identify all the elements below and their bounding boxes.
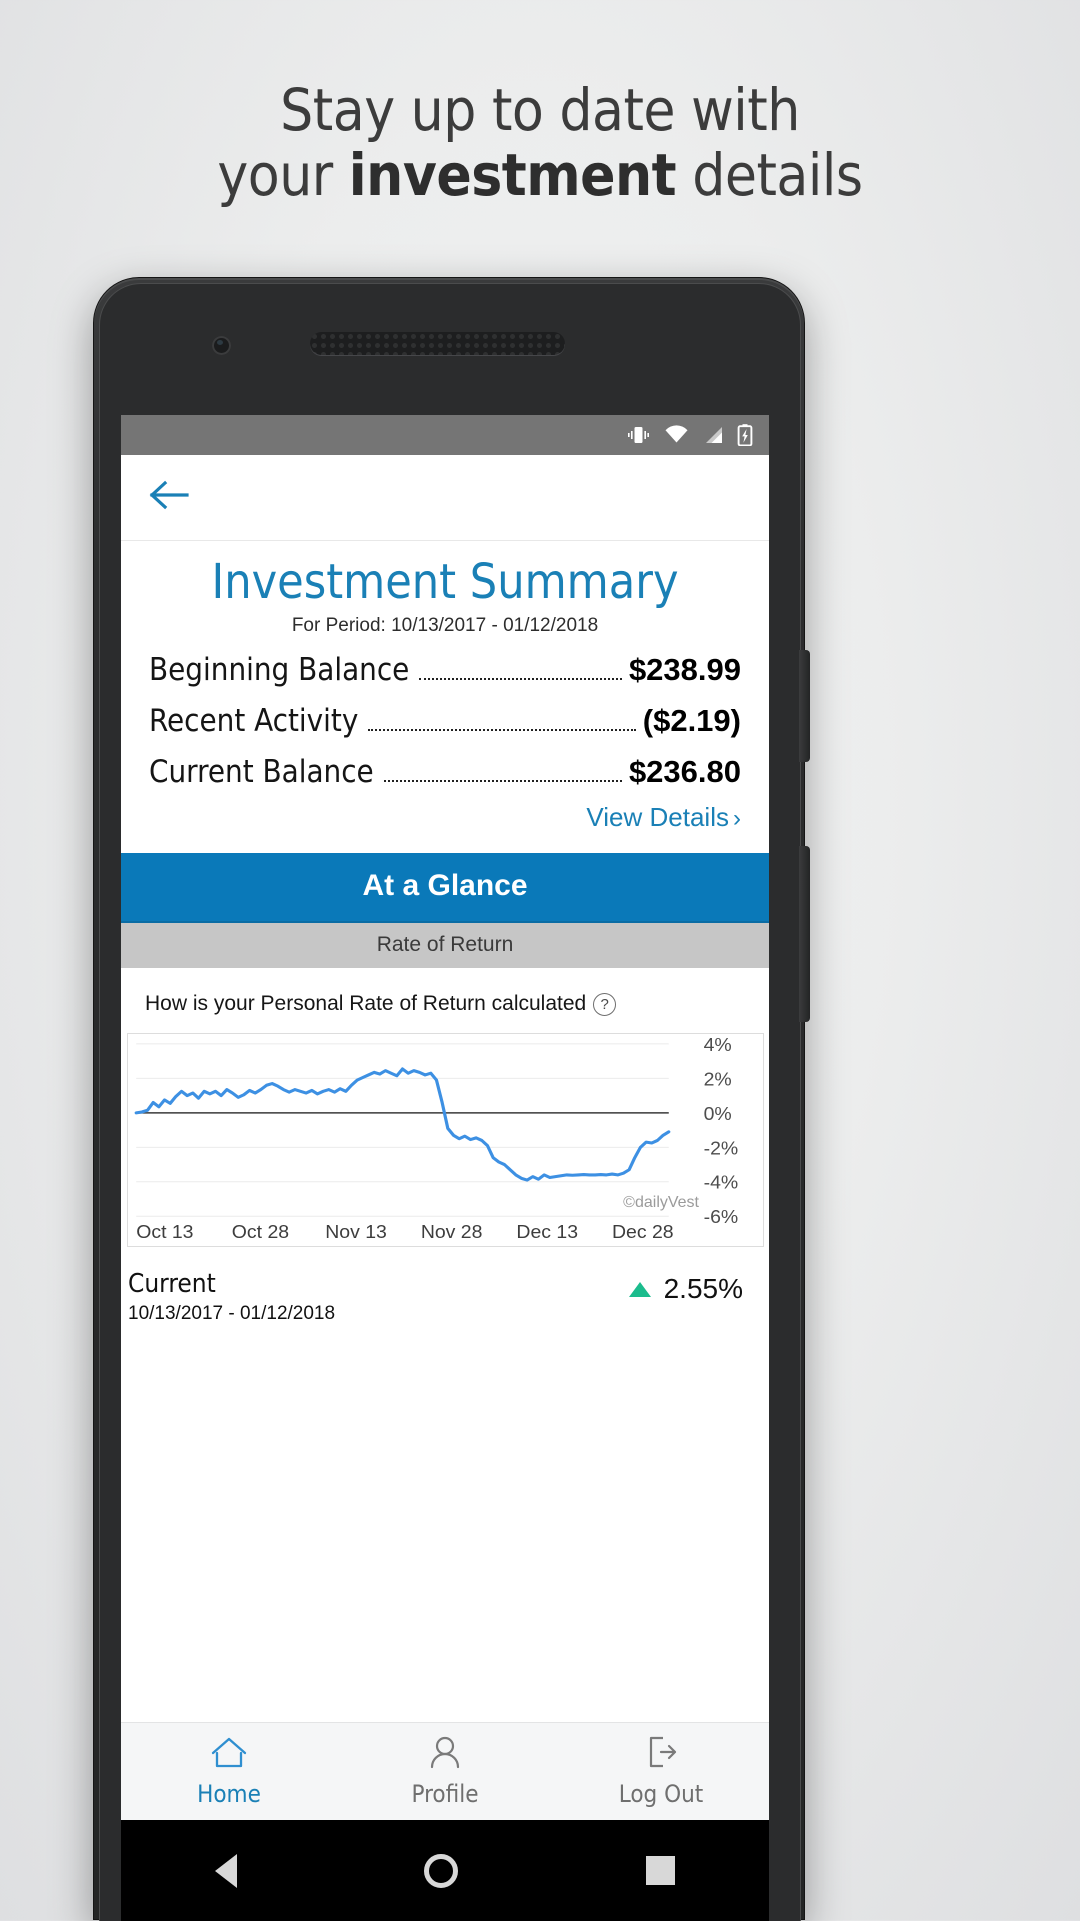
home-icon	[209, 1735, 249, 1774]
row-label: Recent Activity	[149, 703, 359, 740]
current-percent: 2.55%	[663, 1273, 743, 1305]
chart-data-line	[134, 1067, 671, 1183]
rate-of-return-chart: 4% 2% 0% -2% -4% -6% Oct 13 Oct 28 Nov 13 Nov 28…	[127, 1033, 764, 1248]
battery-charging-icon	[737, 424, 753, 446]
svg-text:-2%: -2%	[704, 1139, 739, 1160]
current-date-range: 10/13/2017 - 01/12/2018	[128, 1303, 336, 1325]
bottom-navigation: Home Profile Log Out	[121, 1722, 769, 1820]
svg-text:Oct 28: Oct 28	[232, 1223, 289, 1244]
svg-text:-4%: -4%	[704, 1173, 739, 1194]
at-a-glance-header[interactable]: At a Glance	[121, 853, 769, 924]
nav-label-home: Home	[197, 1780, 261, 1808]
nav-item-logout[interactable]: Log Out	[553, 1723, 769, 1820]
page-title: Investment Summary	[211, 554, 679, 610]
svg-text:Dec 28: Dec 28	[612, 1223, 674, 1244]
logout-icon	[641, 1735, 681, 1774]
svg-text:Oct 13: Oct 13	[136, 1223, 193, 1244]
chart-y-axis-labels: 4% 2% 0% -2% -4% -6%	[704, 1036, 739, 1229]
promo-line-1: Stay up to date with	[280, 76, 800, 144]
home-circle-icon[interactable]	[424, 1853, 459, 1888]
chart-watermark: ©dailyVest	[623, 1194, 699, 1212]
power-button[interactable]	[799, 846, 810, 1022]
chart-x-axis-labels: Oct 13 Oct 28 Nov 13 Nov 28 Dec 13 Dec 28	[136, 1223, 673, 1244]
svg-text:Nov 28: Nov 28	[421, 1223, 483, 1244]
nav-item-home[interactable]: Home	[121, 1723, 337, 1820]
table-row: Current Balance $236.80	[149, 754, 741, 790]
app-bar	[121, 455, 769, 541]
nav-label-profile: Profile	[411, 1780, 479, 1808]
leader-dots	[383, 780, 622, 783]
current-label: Current	[128, 1269, 216, 1300]
current-right: 2.55%	[628, 1269, 743, 1305]
svg-text:-6%: -6%	[704, 1208, 739, 1229]
row-label: Beginning Balance	[149, 652, 410, 689]
back-triangle-icon[interactable]	[214, 1853, 237, 1888]
rate-of-return-subheader: Rate of Return	[121, 923, 769, 969]
promo-line-2-bold: investment	[348, 140, 677, 209]
promo-line-2-pre: your	[217, 140, 349, 209]
current-left: Current 10/13/2017 - 01/12/2018	[128, 1269, 335, 1325]
svg-text:2%: 2%	[704, 1070, 732, 1091]
view-details-label: View Details	[586, 802, 729, 833]
help-question-label: How is your Personal Rate of Return calc…	[145, 992, 587, 1016]
leader-dots	[368, 729, 636, 732]
table-row: Recent Activity ($2.19)	[149, 703, 741, 739]
table-row: Beginning Balance $238.99	[149, 652, 741, 688]
question-mark-icon[interactable]: ?	[593, 992, 617, 1016]
recents-square-icon[interactable]	[646, 1856, 676, 1885]
chart-svg: 4% 2% 0% -2% -4% -6% Oct 13 Oct 28 Nov 13 Nov 28…	[134, 1036, 739, 1244]
svg-text:Nov 13: Nov 13	[325, 1223, 387, 1244]
help-question-row[interactable]: How is your Personal Rate of Return calc…	[121, 968, 769, 1016]
nav-label-logout: Log Out	[618, 1780, 704, 1808]
current-return-row: Current 10/13/2017 - 01/12/2018 2.55%	[121, 1247, 769, 1325]
view-details-link[interactable]: View Details ›	[149, 802, 741, 833]
wifi-icon	[664, 425, 689, 445]
row-value: ($2.19)	[642, 703, 741, 739]
svg-text:4%: 4%	[704, 1036, 732, 1057]
signal-icon	[702, 425, 724, 445]
vibrate-icon	[626, 425, 651, 445]
back-arrow-icon[interactable]	[149, 479, 191, 516]
person-icon	[425, 1735, 465, 1774]
svg-text:Dec 13: Dec 13	[516, 1223, 578, 1244]
trend-up-icon	[628, 1281, 651, 1297]
chevron-right-icon: ›	[733, 805, 741, 833]
investment-summary-card: Investment Summary For Period: 10/13/201…	[121, 541, 769, 837]
volume-button[interactable]	[799, 650, 810, 762]
android-system-nav	[121, 1820, 769, 1921]
phone-device: Investment Summary For Period: 10/13/201…	[93, 277, 810, 1921]
promo-headline: Stay up to date with your investment det…	[0, 78, 1080, 208]
status-bar	[121, 415, 769, 455]
row-value: $238.99	[628, 652, 741, 688]
period-label: For Period: 10/13/2017 - 01/12/2018	[291, 615, 599, 637]
promo-line-2: your investment details	[0, 140, 1080, 209]
row-value: $236.80	[628, 754, 741, 790]
row-label: Current Balance	[149, 754, 374, 791]
front-camera-icon	[212, 336, 231, 355]
svg-text:0%: 0%	[704, 1104, 732, 1125]
promo-line-2-post: details	[676, 140, 863, 209]
leader-dots	[419, 678, 622, 681]
earpiece-speaker-icon	[310, 332, 565, 355]
phone-screen: Investment Summary For Period: 10/13/201…	[121, 415, 769, 1820]
nav-item-profile[interactable]: Profile	[337, 1723, 553, 1820]
